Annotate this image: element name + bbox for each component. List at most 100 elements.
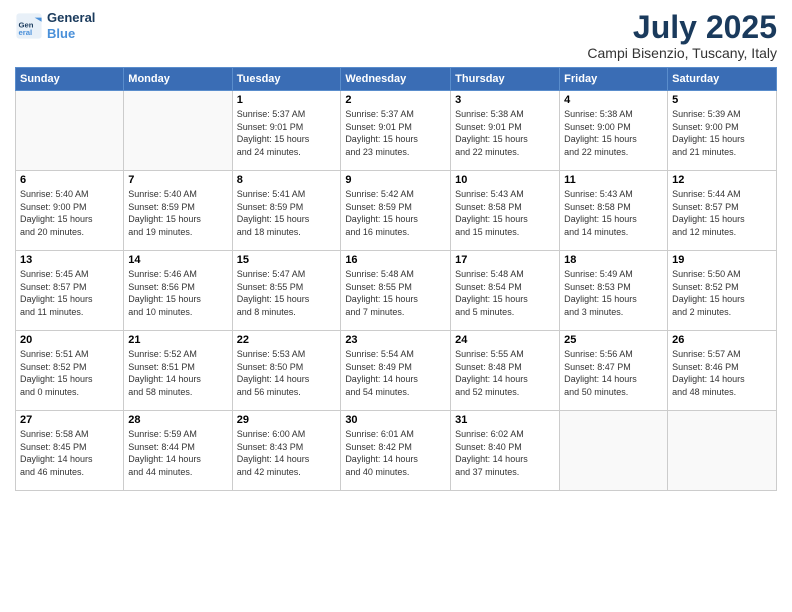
day-number: 22 bbox=[237, 334, 337, 346]
day-number: 27 bbox=[20, 414, 119, 426]
logo-line2: Blue bbox=[47, 26, 75, 41]
calendar-cell: 17 Sunrise: 5:48 AM Sunset: 8:54 PM Dayli… bbox=[451, 251, 560, 331]
day-detail: Sunrise: 5:59 AM Sunset: 8:44 PM Dayligh… bbox=[128, 428, 227, 478]
calendar-cell: 2 Sunrise: 5:37 AM Sunset: 9:01 PM Daylig… bbox=[341, 91, 451, 171]
day-detail: Sunrise: 5:40 AM Sunset: 9:00 PM Dayligh… bbox=[20, 188, 119, 238]
day-detail: Sunrise: 5:39 AM Sunset: 9:00 PM Dayligh… bbox=[672, 108, 772, 158]
weekday-header-row: SundayMondayTuesdayWednesdayThursdayFrid… bbox=[16, 68, 777, 91]
day-detail: Sunrise: 5:41 AM Sunset: 8:59 PM Dayligh… bbox=[237, 188, 337, 238]
day-number: 3 bbox=[455, 94, 555, 106]
weekday-header-friday: Friday bbox=[560, 68, 668, 91]
main-title: July 2025 bbox=[587, 10, 777, 45]
day-number: 28 bbox=[128, 414, 227, 426]
calendar-cell: 5 Sunrise: 5:39 AM Sunset: 9:00 PM Daylig… bbox=[668, 91, 777, 171]
calendar-cell: 1Sunrise: 5:37 AM Sunset: 9:01 PM Daylig… bbox=[232, 91, 341, 171]
day-number: 23 bbox=[345, 334, 446, 346]
calendar-cell bbox=[560, 411, 668, 491]
calendar-week-4: 20Sunrise: 5:51 AM Sunset: 8:52 PM Dayli… bbox=[16, 331, 777, 411]
calendar-week-5: 27Sunrise: 5:58 AM Sunset: 8:45 PM Dayli… bbox=[16, 411, 777, 491]
calendar-cell: 24Sunrise: 5:55 AM Sunset: 8:48 PM Dayli… bbox=[451, 331, 560, 411]
calendar-cell: 8 Sunrise: 5:41 AM Sunset: 8:59 PM Daylig… bbox=[232, 171, 341, 251]
day-number: 2 bbox=[345, 94, 446, 106]
calendar-cell: 14 Sunrise: 5:46 AM Sunset: 8:56 PM Dayli… bbox=[124, 251, 232, 331]
calendar-cell: 9 Sunrise: 5:42 AM Sunset: 8:59 PM Daylig… bbox=[341, 171, 451, 251]
day-detail: Sunrise: 5:52 AM Sunset: 8:51 PM Dayligh… bbox=[128, 348, 227, 398]
day-detail: Sunrise: 5:40 AM Sunset: 8:59 PM Dayligh… bbox=[128, 188, 227, 238]
day-detail: Sunrise: 5:47 AM Sunset: 8:55 PM Dayligh… bbox=[237, 268, 337, 318]
day-detail: Sunrise: 5:37 AM Sunset: 9:01 PM Dayligh… bbox=[345, 108, 446, 158]
calendar-cell: 22Sunrise: 5:53 AM Sunset: 8:50 PM Dayli… bbox=[232, 331, 341, 411]
day-number: 8 bbox=[237, 174, 337, 186]
day-detail: Sunrise: 5:43 AM Sunset: 8:58 PM Dayligh… bbox=[455, 188, 555, 238]
day-number: 5 bbox=[672, 94, 772, 106]
day-detail: Sunrise: 6:02 AM Sunset: 8:40 PM Dayligh… bbox=[455, 428, 555, 478]
title-block: July 2025 Campi Bisenzio, Tuscany, Italy bbox=[587, 10, 777, 61]
day-number: 17 bbox=[455, 254, 555, 266]
day-number: 21 bbox=[128, 334, 227, 346]
day-detail: Sunrise: 5:46 AM Sunset: 8:56 PM Dayligh… bbox=[128, 268, 227, 318]
weekday-header-monday: Monday bbox=[124, 68, 232, 91]
calendar-cell: 13Sunrise: 5:45 AM Sunset: 8:57 PM Dayli… bbox=[16, 251, 124, 331]
weekday-header-sunday: Sunday bbox=[16, 68, 124, 91]
calendar-cell: 31 Sunrise: 6:02 AM Sunset: 8:40 PM Dayli… bbox=[451, 411, 560, 491]
day-number: 12 bbox=[672, 174, 772, 186]
calendar-cell: 3 Sunrise: 5:38 AM Sunset: 9:01 PM Daylig… bbox=[451, 91, 560, 171]
day-detail: Sunrise: 5:49 AM Sunset: 8:53 PM Dayligh… bbox=[564, 268, 663, 318]
day-number: 20 bbox=[20, 334, 119, 346]
day-detail: Sunrise: 5:38 AM Sunset: 9:01 PM Dayligh… bbox=[455, 108, 555, 158]
day-detail: Sunrise: 6:01 AM Sunset: 8:42 PM Dayligh… bbox=[345, 428, 446, 478]
day-number: 30 bbox=[345, 414, 446, 426]
calendar-cell bbox=[668, 411, 777, 491]
day-detail: Sunrise: 5:43 AM Sunset: 8:58 PM Dayligh… bbox=[564, 188, 663, 238]
calendar-week-1: 1 Sunrise: 5:37 AM Sunset: 9:01 PM Daylig… bbox=[16, 91, 777, 171]
day-number: 18 bbox=[564, 254, 663, 266]
day-detail: Sunrise: 5:54 AM Sunset: 8:49 PM Dayligh… bbox=[345, 348, 446, 398]
day-number: 25 bbox=[564, 334, 663, 346]
day-detail: Sunrise: 5:38 AM Sunset: 9:00 PM Dayligh… bbox=[564, 108, 663, 158]
header: Gen eral General Blue July 2025 Campi Bi… bbox=[15, 10, 777, 61]
calendar-cell: 16Sunrise: 5:48 AM Sunset: 8:55 PM Dayli… bbox=[341, 251, 451, 331]
calendar-cell: 30 Sunrise: 6:01 AM Sunset: 8:42 PM Dayli… bbox=[341, 411, 451, 491]
calendar-cell: 7Sunrise: 5:40 AM Sunset: 8:59 PM Daylig… bbox=[124, 171, 232, 251]
calendar-cell: 19Sunrise: 5:50 AM Sunset: 8:52 PM Dayli… bbox=[668, 251, 777, 331]
weekday-header-thursday: Thursday bbox=[451, 68, 560, 91]
calendar-cell bbox=[124, 91, 232, 171]
calendar-cell: 6Sunrise: 5:40 AM Sunset: 9:00 PM Daylig… bbox=[16, 171, 124, 251]
day-number: 29 bbox=[237, 414, 337, 426]
day-number: 24 bbox=[455, 334, 555, 346]
day-number: 31 bbox=[455, 414, 555, 426]
calendar-cell: 4 Sunrise: 5:38 AM Sunset: 9:00 PM Daylig… bbox=[560, 91, 668, 171]
weekday-header-tuesday: Tuesday bbox=[232, 68, 341, 91]
calendar-week-2: 6Sunrise: 5:40 AM Sunset: 9:00 PM Daylig… bbox=[16, 171, 777, 251]
logo: Gen eral General Blue bbox=[15, 10, 95, 41]
calendar: SundayMondayTuesdayWednesdayThursdayFrid… bbox=[15, 67, 777, 491]
svg-text:eral: eral bbox=[19, 28, 33, 37]
day-detail: Sunrise: 5:48 AM Sunset: 8:54 PM Dayligh… bbox=[455, 268, 555, 318]
day-number: 4 bbox=[564, 94, 663, 106]
day-detail: Sunrise: 5:48 AM Sunset: 8:55 PM Dayligh… bbox=[345, 268, 446, 318]
weekday-header-saturday: Saturday bbox=[668, 68, 777, 91]
logo-icon: Gen eral bbox=[15, 12, 43, 40]
calendar-cell: 12Sunrise: 5:44 AM Sunset: 8:57 PM Dayli… bbox=[668, 171, 777, 251]
logo-line1: General bbox=[47, 10, 95, 26]
calendar-cell: 18 Sunrise: 5:49 AM Sunset: 8:53 PM Dayli… bbox=[560, 251, 668, 331]
day-detail: Sunrise: 5:42 AM Sunset: 8:59 PM Dayligh… bbox=[345, 188, 446, 238]
calendar-week-3: 13Sunrise: 5:45 AM Sunset: 8:57 PM Dayli… bbox=[16, 251, 777, 331]
day-number: 1 bbox=[237, 94, 337, 106]
calendar-cell: 26Sunrise: 5:57 AM Sunset: 8:46 PM Dayli… bbox=[668, 331, 777, 411]
calendar-cell: 28 Sunrise: 5:59 AM Sunset: 8:44 PM Dayli… bbox=[124, 411, 232, 491]
day-detail: Sunrise: 5:50 AM Sunset: 8:52 PM Dayligh… bbox=[672, 268, 772, 318]
day-number: 9 bbox=[345, 174, 446, 186]
calendar-cell: 21 Sunrise: 5:52 AM Sunset: 8:51 PM Dayli… bbox=[124, 331, 232, 411]
logo-text: General Blue bbox=[47, 10, 95, 41]
calendar-cell: 23 Sunrise: 5:54 AM Sunset: 8:49 PM Dayli… bbox=[341, 331, 451, 411]
day-number: 14 bbox=[128, 254, 227, 266]
calendar-cell: 27Sunrise: 5:58 AM Sunset: 8:45 PM Dayli… bbox=[16, 411, 124, 491]
day-detail: Sunrise: 5:56 AM Sunset: 8:47 PM Dayligh… bbox=[564, 348, 663, 398]
day-number: 10 bbox=[455, 174, 555, 186]
day-detail: Sunrise: 5:57 AM Sunset: 8:46 PM Dayligh… bbox=[672, 348, 772, 398]
calendar-cell: 15Sunrise: 5:47 AM Sunset: 8:55 PM Dayli… bbox=[232, 251, 341, 331]
page: Gen eral General Blue July 2025 Campi Bi… bbox=[0, 0, 792, 612]
day-detail: Sunrise: 6:00 AM Sunset: 8:43 PM Dayligh… bbox=[237, 428, 337, 478]
calendar-cell: 25 Sunrise: 5:56 AM Sunset: 8:47 PM Dayli… bbox=[560, 331, 668, 411]
